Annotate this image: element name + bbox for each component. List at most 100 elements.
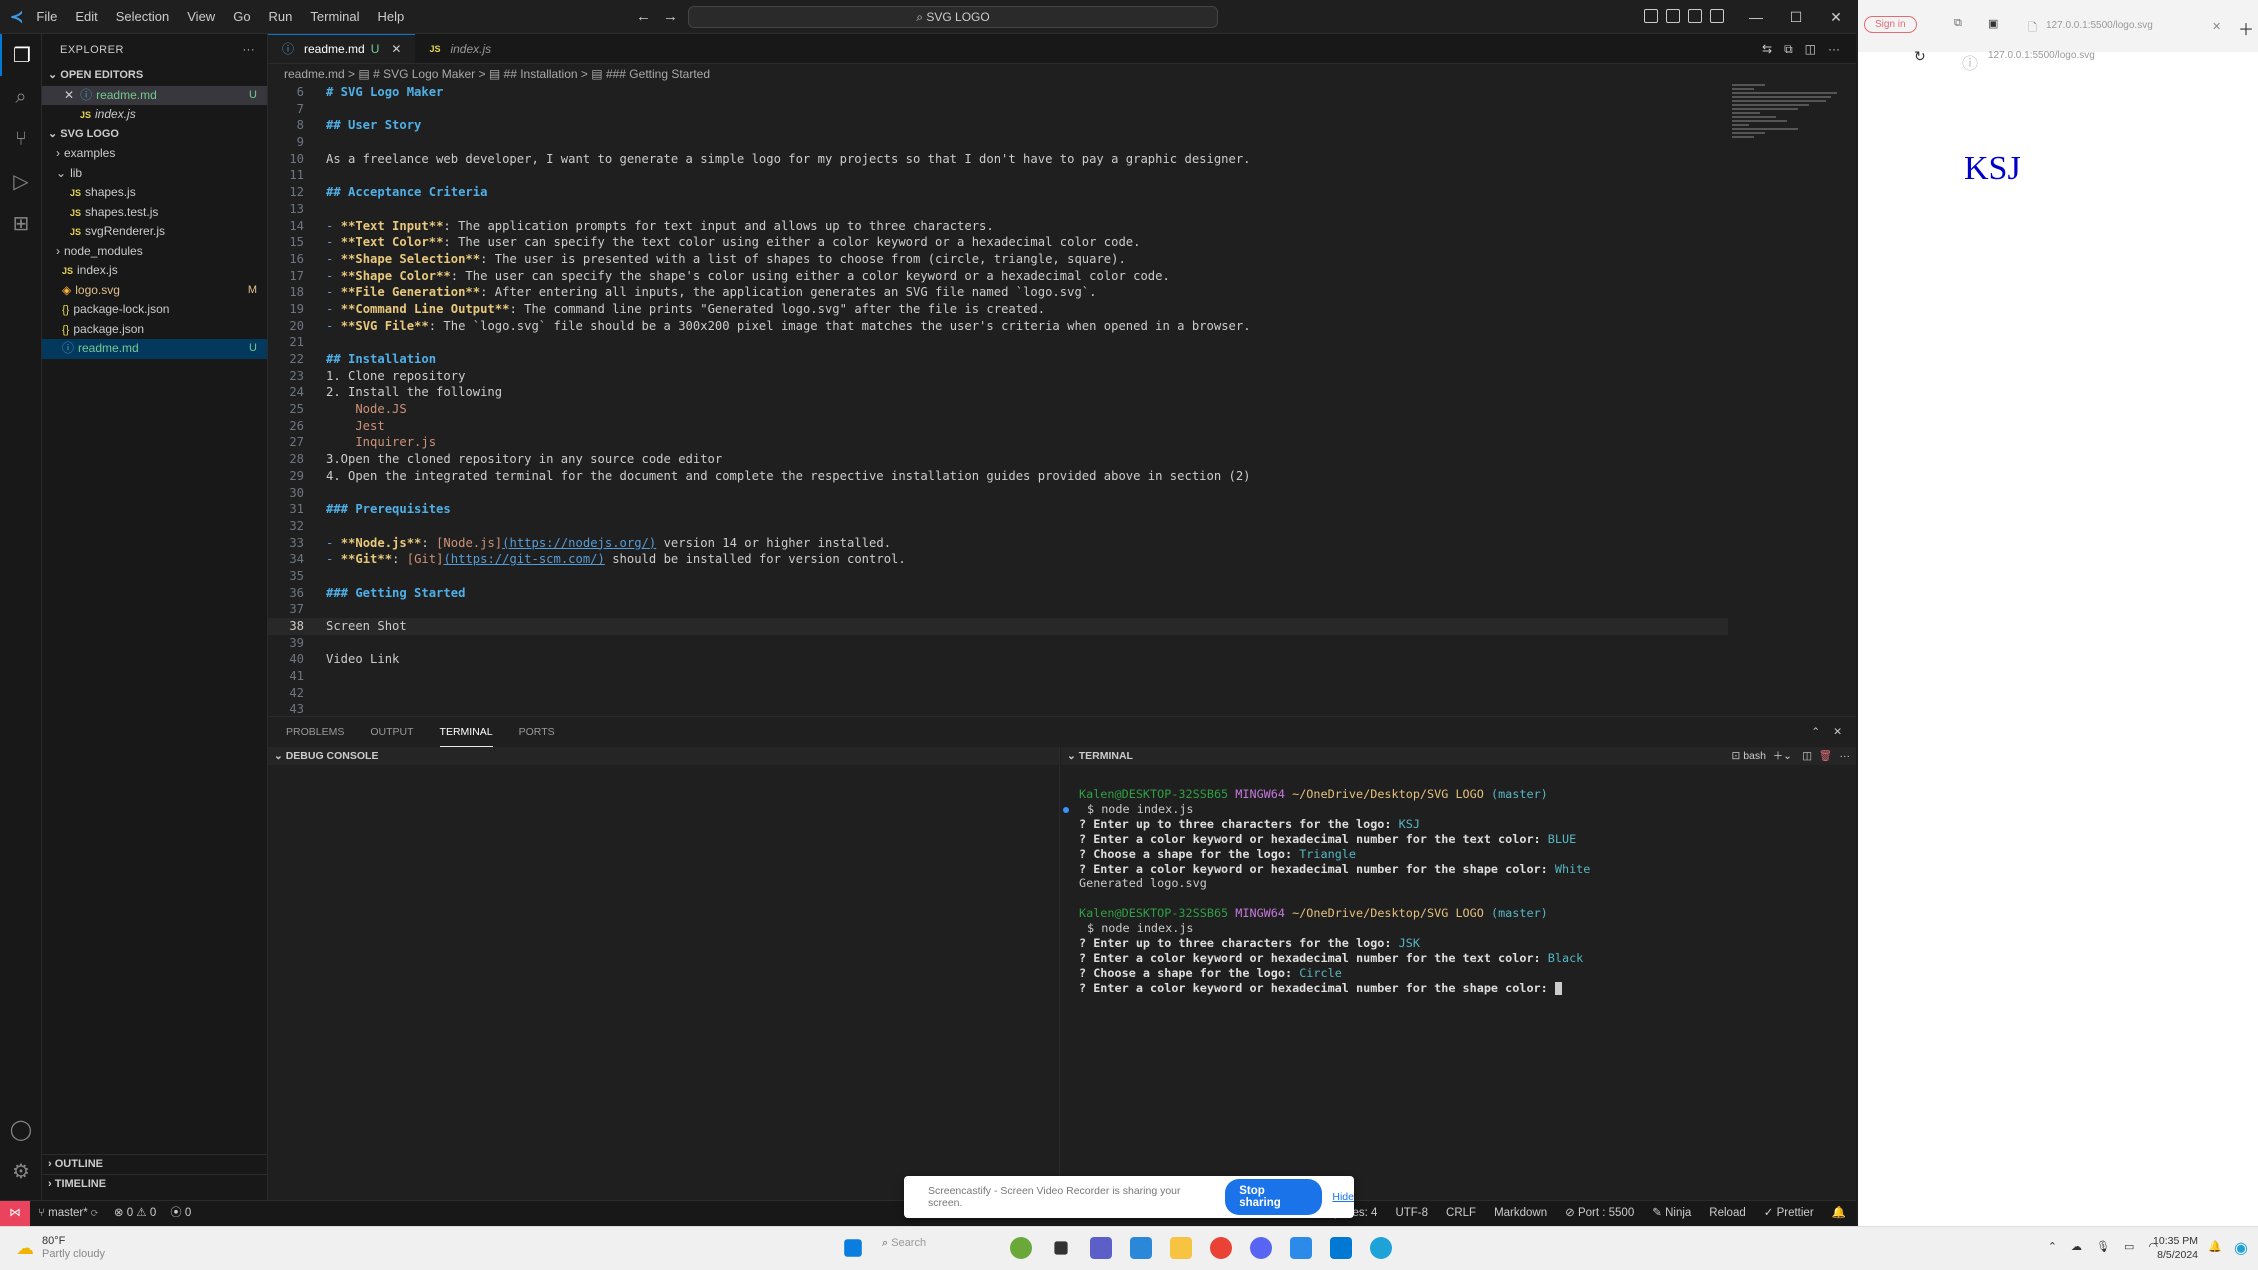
breadcrumb-h1[interactable]: # SVG Logo Maker <box>373 67 475 81</box>
tab-output[interactable]: OUTPUT <box>370 717 413 747</box>
more-actions-icon[interactable]: ··· <box>1828 42 1840 57</box>
maximize-icon[interactable]: ☐ <box>1776 9 1816 26</box>
problems-status[interactable]: ⊗ 0 ⚠ 0 <box>114 1201 156 1226</box>
extensions-icon[interactable]: ⊞ <box>0 202 42 244</box>
tab-ports[interactable]: PORTS <box>519 717 555 747</box>
close-icon[interactable]: ✕ <box>64 88 74 102</box>
language-mode[interactable]: Markdown <box>1494 1201 1547 1226</box>
sign-in-button[interactable]: Sign in <box>1864 16 1917 33</box>
calculator-icon[interactable] <box>1290 1237 1312 1259</box>
menu-item-terminal[interactable]: Terminal <box>303 9 366 24</box>
toggle-sidebar-icon[interactable] <box>1644 9 1658 23</box>
command-center[interactable]: ⌕ SVG LOGO <box>688 6 1218 28</box>
terminal-shell[interactable]: ⊡ bash <box>1732 747 1767 765</box>
chrome-icon[interactable] <box>1210 1237 1232 1259</box>
minimap[interactable] <box>1732 84 1842 204</box>
more-actions-icon[interactable]: ··· <box>1840 747 1851 765</box>
forward-arrow-icon[interactable]: → <box>663 8 678 25</box>
customize-layout-icon[interactable] <box>1710 9 1724 23</box>
display-icon[interactable]: ▭ <box>2124 1240 2134 1253</box>
menu-item-selection[interactable]: Selection <box>109 9 176 24</box>
menu-item-help[interactable]: Help <box>371 9 412 24</box>
new-terminal-icon[interactable]: ＋⌄ <box>1773 747 1792 765</box>
menu-item-view[interactable]: View <box>180 9 222 24</box>
tab-terminal[interactable]: TERMINAL <box>439 717 493 747</box>
file-tree-item[interactable]: ⓘ readme.md U <box>42 339 267 359</box>
source-control-icon[interactable]: ⑂ <box>0 118 42 160</box>
refresh-icon[interactable]: ↻ <box>1914 48 1926 65</box>
project-folder-header[interactable]: ⌄ SVG LOGO <box>42 125 267 145</box>
hide-link[interactable]: Hide <box>1332 1191 1354 1203</box>
windows-start-icon[interactable] <box>844 1239 862 1257</box>
live-server-status[interactable]: ⊘ Port : 5500 <box>1565 1201 1634 1226</box>
debug-console-header[interactable]: ⌄ DEBUG CONSOLE <box>268 747 1059 765</box>
trash-icon[interactable]: 🗑 <box>1819 747 1832 765</box>
encoding-status[interactable]: UTF-8 <box>1395 1201 1428 1226</box>
tab-problems[interactable]: PROBLEMS <box>286 717 344 747</box>
run-debug-icon[interactable]: ▷ <box>0 160 42 202</box>
ninja-status[interactable]: ✎ Ninja <box>1652 1201 1691 1226</box>
chevron-up-icon[interactable]: ⌃ <box>2048 1240 2057 1253</box>
ports-status[interactable]: ⦿ 0 <box>170 1201 191 1226</box>
file-tree-item[interactable]: ◈ logo.svg M <box>42 281 267 301</box>
code-editor[interactable]: 6 # SVG Logo Maker 7 8 ## User Story 9 10 As a … <box>268 84 1728 716</box>
vscode-taskbar-icon[interactable] <box>1330 1237 1352 1259</box>
split-editor-icon[interactable]: ◫ <box>1805 42 1816 57</box>
open-changes-icon[interactable]: ⇆ <box>1762 42 1772 57</box>
prettier-status[interactable]: ✓ Prettier <box>1764 1201 1814 1226</box>
discord-icon[interactable] <box>1250 1237 1272 1259</box>
link-url[interactable]: (https://nodejs.org/) <box>502 536 656 550</box>
menu-item-run[interactable]: Run <box>262 9 300 24</box>
breadcrumb-h2[interactable]: ## Installation <box>504 67 578 81</box>
open-editors-header[interactable]: ⌄ OPEN EDITORS <box>42 66 267 86</box>
open-editor-item[interactable]: ✕ ⓘ readme.md U <box>42 85 267 105</box>
teams-icon[interactable] <box>1090 1237 1112 1259</box>
close-tab-icon[interactable]: ✕ <box>2212 20 2221 33</box>
explorer-icon[interactable]: ❐ <box>0 34 42 76</box>
breadcrumb-file[interactable]: readme.md <box>284 67 345 81</box>
toggle-panel-icon[interactable] <box>1666 9 1680 23</box>
remote-icon[interactable]: ⋈ <box>0 1201 30 1226</box>
file-tree-item[interactable]: JS svgRenderer.js <box>42 222 267 242</box>
close-panel-icon[interactable]: ✕ <box>1833 717 1842 747</box>
file-tree-item[interactable]: ⌄ lib <box>42 164 267 184</box>
more-actions-icon[interactable]: ··· <box>243 34 256 66</box>
menu-item-go[interactable]: Go <box>226 9 257 24</box>
tab-actions-icon[interactable]: ▣ <box>1988 17 1998 30</box>
file-tree-item[interactable]: JS index.js <box>42 261 267 281</box>
split-terminal-icon[interactable]: ◫ <box>1802 747 1812 765</box>
store-icon[interactable] <box>1130 1237 1152 1259</box>
timeline-section[interactable]: › TIMELINE <box>42 1174 267 1194</box>
search-icon[interactable]: ⌕ <box>0 76 42 118</box>
minimize-icon[interactable]: — <box>1736 9 1776 25</box>
clock[interactable]: 10:35 PM 8/5/2024 <box>2153 1234 2198 1262</box>
link-url[interactable]: (https://git-scm.com/) <box>443 552 604 566</box>
preview-icon[interactable]: ⧉ <box>1784 42 1793 57</box>
new-tab-icon[interactable]: ＋ <box>2238 16 2254 40</box>
back-arrow-icon[interactable]: ← <box>636 8 651 25</box>
branch-status[interactable]: ⑂ master* ⟳ <box>38 1201 98 1226</box>
task-view-icon[interactable] <box>1054 1241 1068 1255</box>
terminal-pane[interactable]: ⌄ TERMINAL ⊡ bash ＋⌄ ◫ 🗑 ··· Kalen@DESKT… <box>1061 747 1856 1201</box>
reload-status[interactable]: Reload <box>1709 1201 1745 1226</box>
mic-icon[interactable]: 🎙 <box>2096 1240 2110 1253</box>
account-icon[interactable]: ◯ <box>0 1108 42 1150</box>
close-icon[interactable]: ✕ <box>1816 9 1856 26</box>
onedrive-icon[interactable]: ☁ <box>2071 1240 2082 1253</box>
file-tree-item[interactable]: › node_modules <box>42 242 267 262</box>
address-bar[interactable]: 127.0.0.1:5500/logo.svg <box>1988 50 2095 61</box>
close-tab-icon[interactable]: ✕ <box>391 34 401 64</box>
stop-sharing-button[interactable]: Stop sharing <box>1225 1179 1323 1215</box>
toggle-secondary-sidebar-icon[interactable] <box>1688 9 1702 23</box>
settings-gear-icon[interactable]: ⚙ <box>0 1150 42 1192</box>
copilot-icon[interactable]: ◉ <box>2234 1238 2248 1258</box>
notification-bell-icon[interactable]: 🔔 <box>2208 1240 2222 1253</box>
maximize-panel-icon[interactable]: ⌃ <box>1811 717 1820 747</box>
file-explorer-icon[interactable] <box>1170 1237 1192 1259</box>
tab-index-js[interactable]: JS index.js <box>415 34 505 63</box>
file-tree-item[interactable]: {} package.json <box>42 320 267 340</box>
menu-item-edit[interactable]: Edit <box>68 9 104 24</box>
edge-icon[interactable] <box>1370 1237 1392 1259</box>
widgets-icon[interactable] <box>1010 1237 1032 1259</box>
taskbar-search[interactable]: ⌕ Search <box>882 1237 992 1259</box>
